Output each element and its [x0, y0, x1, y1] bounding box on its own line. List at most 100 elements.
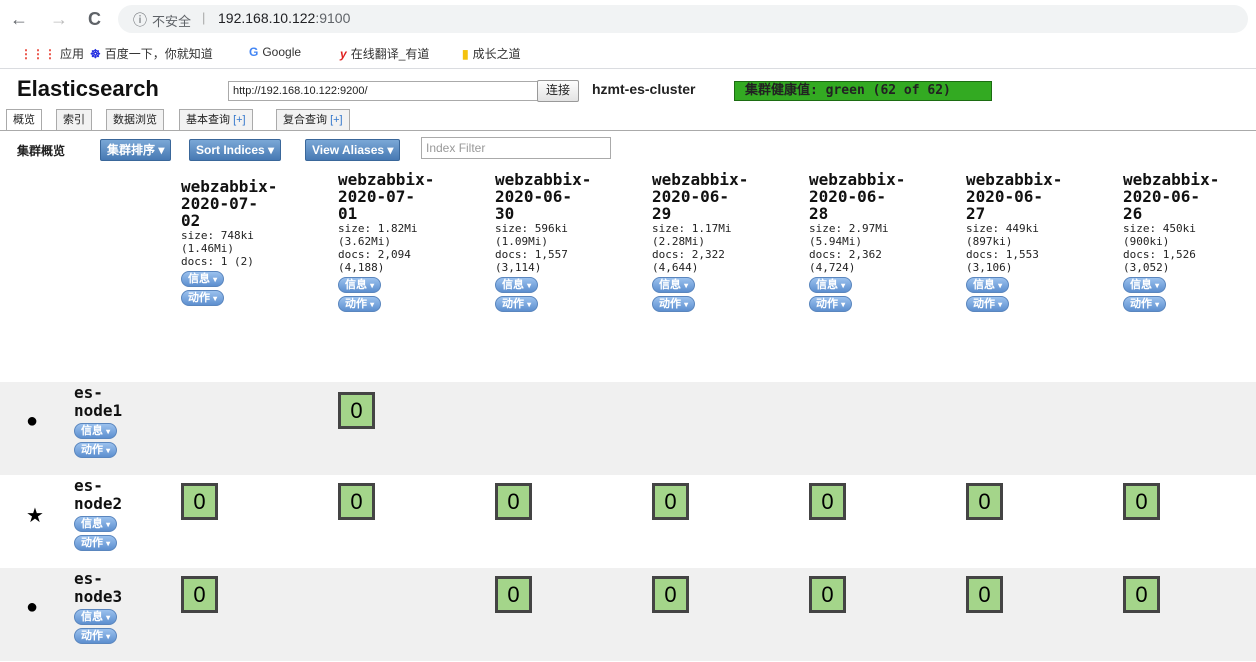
caret-down-icon: ▾	[841, 281, 846, 290]
dropdown-label: 集群排序	[107, 143, 156, 157]
shard-box[interactable]: 0	[181, 483, 218, 520]
browser-navbar: ← → C ⓘ 不安全 | 192.168.10.122:9100	[0, 0, 1256, 38]
index-name-line: webzabbix-	[338, 170, 435, 189]
caret-down-icon: ▾	[998, 281, 1003, 290]
index-action-button[interactable]: 动作 ▾	[1123, 296, 1167, 312]
shard-box[interactable]: 0	[652, 576, 689, 613]
caret-down-icon: ▾	[1155, 281, 1160, 290]
address-url[interactable]: 192.168.10.122:9100	[218, 10, 350, 26]
caret-down-icon: ▾	[268, 143, 275, 157]
index-docs: docs: 1,526	[1123, 248, 1196, 261]
bookmark-google[interactable]: G Google	[249, 45, 301, 59]
shard-box[interactable]: 0	[652, 483, 689, 520]
shard-box[interactable]: 0	[966, 483, 1003, 520]
section-title: 集群概览	[17, 144, 66, 158]
index-name-line: webzabbix-	[1123, 170, 1220, 189]
cluster-health-badge: 集群健康值: green (62 of 62)	[734, 81, 992, 101]
shard-box[interactable]: 0	[809, 576, 846, 613]
caret-down-icon: ▾	[684, 300, 689, 309]
index-info-button[interactable]: 信息 ▾	[966, 277, 1010, 293]
node-info-button[interactable]: 信息 ▾	[74, 516, 118, 532]
index-name-line: 27	[966, 204, 986, 223]
bookmark-apps[interactable]: ⋮⋮⋮ 应用	[20, 45, 84, 62]
tab-browser[interactable]: 数据浏览	[106, 109, 164, 130]
bookmark-baidu[interactable]: ☸ 百度一下，你就知道	[90, 45, 213, 62]
index-size: size: 2.97Mi	[809, 222, 889, 235]
node-info: es-node2 信息 ▾ 动作 ▾	[74, 477, 122, 551]
node-name-line: es-	[74, 569, 103, 588]
tab-indices[interactable]: 索引	[56, 109, 92, 130]
bookmark-youdao[interactable]: y 在线翻译_有道	[340, 45, 429, 62]
node-name-line: node2	[74, 494, 123, 513]
cluster-url-input[interactable]: http://192.168.10.122:9200/	[228, 81, 540, 101]
index-action-button[interactable]: 动作 ▾	[652, 296, 696, 312]
bookmark-growth[interactable]: ▮ 成长之道	[462, 45, 521, 62]
index-action-button[interactable]: 动作 ▾	[809, 296, 853, 312]
url-host: 192.168.10.122	[218, 10, 316, 26]
sort-indices-dropdown[interactable]: Sort Indices ▾	[189, 139, 282, 161]
node-name-line: node1	[74, 401, 123, 420]
index-action-button[interactable]: 动作 ▾	[966, 296, 1010, 312]
node-action-button[interactable]: 动作 ▾	[74, 535, 118, 551]
node-name-line: es-	[74, 476, 103, 495]
index-docs: docs: 2,362	[809, 248, 882, 261]
node-info-button[interactable]: 信息 ▾	[74, 609, 118, 625]
forward-icon[interactable]: →	[50, 9, 68, 30]
back-icon[interactable]: ←	[10, 9, 28, 30]
index-column-header: webzabbix- 2020-06- 30 size: 596ki (1.09Mi) d…	[495, 171, 615, 312]
caret-down-icon: ▾	[158, 143, 165, 157]
view-aliases-dropdown[interactable]: View Aliases ▾	[305, 139, 401, 161]
shard-box[interactable]: 0	[181, 576, 218, 613]
shard-box[interactable]: 0	[338, 392, 375, 429]
index-info-button[interactable]: 信息 ▾	[809, 277, 853, 293]
index-name-line: webzabbix-	[652, 170, 749, 189]
shard-box[interactable]: 0	[1123, 576, 1160, 613]
index-name-line: 2020-07-	[181, 194, 259, 213]
index-info-button[interactable]: 信息 ▾	[495, 277, 539, 293]
node-action-button[interactable]: 动作 ▾	[74, 442, 118, 458]
tabs-divider	[0, 130, 1256, 131]
shard-box[interactable]: 0	[966, 576, 1003, 613]
reload-icon[interactable]: C	[88, 9, 101, 30]
pill-label: 信息	[345, 279, 367, 291]
index-docs-total: (3,052)	[1123, 261, 1170, 274]
index-action-button[interactable]: 动作 ▾	[181, 290, 225, 306]
node-action-button[interactable]: 动作 ▾	[74, 628, 118, 644]
pill-label: 动作	[1130, 298, 1152, 310]
tab-basic-query[interactable]: 基本查询 [+]	[179, 109, 253, 130]
pill-label: 信息	[1130, 279, 1152, 291]
index-info-button[interactable]: 信息 ▾	[1123, 277, 1167, 293]
pill-label: 信息	[81, 518, 103, 530]
index-size-total: (897ki)	[966, 235, 1013, 248]
index-action-button[interactable]: 动作 ▾	[495, 296, 539, 312]
master-star-icon: ★	[26, 505, 44, 527]
index-info-button[interactable]: 信息 ▾	[338, 277, 382, 293]
connect-button[interactable]: 连接	[537, 80, 579, 102]
caret-down-icon: ▾	[106, 427, 111, 436]
site-info-icon[interactable]: ⓘ	[133, 10, 147, 30]
node-info-button[interactable]: 信息 ▾	[74, 423, 118, 439]
index-name-line: 2020-06-	[809, 187, 887, 206]
address-bar[interactable]: ⓘ 不安全 | 192.168.10.122:9100	[118, 5, 1248, 33]
tab-compound-query[interactable]: 复合查询 [+]	[276, 109, 350, 130]
sort-cluster-dropdown[interactable]: 集群排序 ▾	[100, 139, 172, 161]
caret-down-icon: ▾	[684, 281, 689, 290]
pill-label: 信息	[81, 611, 103, 623]
node-info: es-node1 信息 ▾ 动作 ▾	[74, 384, 122, 458]
shard-box[interactable]: 0	[495, 483, 532, 520]
index-docs-total: (4,644)	[652, 261, 699, 274]
node-info: es-node3 信息 ▾ 动作 ▾	[74, 570, 122, 644]
shard-box[interactable]: 0	[809, 483, 846, 520]
index-action-button[interactable]: 动作 ▾	[338, 296, 382, 312]
shard-box[interactable]: 0	[338, 483, 375, 520]
shard-box[interactable]: 0	[1123, 483, 1160, 520]
index-filter-input[interactable]: Index Filter	[421, 137, 611, 159]
shard-box[interactable]: 0	[495, 576, 532, 613]
index-info-button[interactable]: 信息 ▾	[181, 271, 225, 287]
index-name-line: webzabbix-	[495, 170, 592, 189]
node-row: ● es-node1 信息 ▾ 动作 ▾ 0	[0, 382, 1256, 475]
index-info-button[interactable]: 信息 ▾	[652, 277, 696, 293]
caret-down-icon: ▾	[106, 613, 111, 622]
tab-overview[interactable]: 概览	[6, 109, 42, 131]
node-dot-icon: ●	[26, 596, 39, 618]
